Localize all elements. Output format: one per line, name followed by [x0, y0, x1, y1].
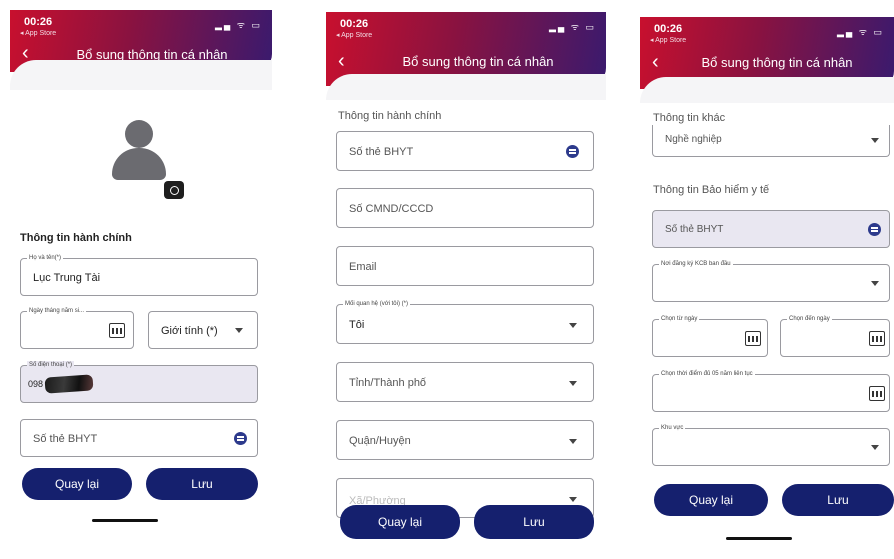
section-title-admin: Thông tin hành chính: [20, 232, 132, 244]
field-label: Chọn từ ngày: [659, 315, 700, 324]
section-title-insurance: Thông tin Bảo hiểm y tế: [653, 184, 770, 196]
header-curve: [640, 77, 894, 103]
field-placeholder: Số thẻ BHYT: [349, 146, 414, 158]
relationship-select[interactable]: Mối quan hệ (với tôi) (*) Tôi: [336, 300, 594, 344]
health-insurance-field[interactable]: Số thẻ BHYT: [652, 210, 890, 248]
chevron-down-icon: [569, 323, 577, 328]
save-button[interactable]: Lưu: [474, 505, 594, 539]
chevron-down-icon: [235, 328, 243, 333]
field-value: Giới tính (*): [161, 325, 218, 337]
field-label: Ngày tháng năm si...: [27, 307, 87, 316]
field-label: Chọn đến ngày: [787, 315, 832, 324]
email-field[interactable]: Email: [336, 246, 594, 286]
home-indicator[interactable]: [726, 537, 792, 540]
app-store-back-link[interactable]: ◂ App Store: [650, 36, 686, 44]
id-number-field[interactable]: Số CMND/CCCD: [336, 188, 594, 228]
status-icons: ▂▄ ᯤ ▭: [836, 27, 884, 37]
section-title-admin: Thông tin hành chính: [338, 110, 442, 122]
field-value: Lục Trung Tài: [33, 272, 101, 284]
region-select[interactable]: Khu vực: [652, 424, 890, 466]
card-icon[interactable]: [234, 432, 247, 445]
district-select[interactable]: Quận/Huyện: [336, 420, 594, 460]
field-label: Chọn thời điểm đủ 05 năm liên tục: [659, 370, 755, 379]
back-button[interactable]: Quay lại: [22, 468, 132, 500]
save-button[interactable]: Lưu: [782, 484, 894, 516]
health-insurance-field[interactable]: Số thẻ BHYT: [336, 131, 594, 171]
full-name-field[interactable]: Họ và tên(*) Lục Trung Tài: [20, 254, 258, 296]
app-store-back-link[interactable]: ◂ App Store: [336, 31, 372, 39]
phone-screen-1: 00:26 ◂ App Store ▂▄ ᯤ ▭ ‹ Bổ sung thông…: [10, 0, 272, 559]
phone-screen-3: 00:26 ◂ App Store ▂▄ ᯤ ▭ ‹ Bổ sung thông…: [640, 0, 894, 559]
page-title: Bổ sung thông tin cá nhân: [402, 54, 554, 69]
chevron-down-icon: [569, 381, 577, 386]
calendar-icon[interactable]: [745, 331, 761, 346]
field-placeholder: Nghề nghiệp: [665, 134, 722, 145]
occupation-select[interactable]: Nghề nghiệp: [652, 125, 890, 157]
redaction-scribble: [44, 374, 94, 394]
chevron-down-icon: [871, 281, 879, 286]
save-button[interactable]: Lưu: [146, 468, 258, 500]
calendar-icon[interactable]: [869, 331, 885, 346]
status-time: 00:26: [340, 18, 369, 30]
status-time: 00:26: [654, 23, 683, 35]
header-curve: [326, 74, 606, 100]
field-placeholder: Số thẻ BHYT: [33, 433, 98, 445]
back-button[interactable]: Quay lại: [654, 484, 768, 516]
health-insurance-field[interactable]: Số thẻ BHYT: [20, 419, 258, 457]
app-store-back-link[interactable]: ◂ App Store: [20, 29, 56, 37]
avatar-body: [112, 148, 166, 180]
field-label: Mối quan hệ (với tôi) (*): [343, 300, 410, 309]
field-placeholder: Quận/Huyện: [349, 435, 411, 447]
header-curve: [10, 60, 272, 90]
calendar-icon[interactable]: [109, 323, 125, 338]
field-label: Số điện thoại (*): [27, 361, 75, 370]
from-date-field[interactable]: Chọn từ ngày: [652, 315, 768, 357]
field-label: Họ và tên(*): [27, 254, 64, 263]
date-of-birth-field[interactable]: Ngày tháng năm si...: [20, 307, 134, 349]
home-indicator[interactable]: [92, 519, 158, 522]
chevron-down-icon: [871, 138, 879, 143]
chevron-down-icon: [569, 497, 577, 502]
phone-number-field[interactable]: Số điện thoại (*) 098: [20, 361, 258, 403]
card-icon[interactable]: [868, 223, 881, 236]
field-placeholder: Số CMND/CCCD: [349, 203, 434, 215]
field-placeholder: Số thẻ BHYT: [665, 224, 724, 235]
chevron-down-icon: [871, 445, 879, 450]
status-icons: ▂▄ ᯤ ▭: [214, 20, 262, 30]
camera-icon[interactable]: [164, 181, 184, 199]
field-label: Khu vực: [659, 424, 686, 433]
phone-screen-2: 00:26 ◂ App Store ▂▄ ᯤ ▭ ‹ Bổ sung thông…: [326, 0, 606, 559]
field-value: Tôi: [349, 319, 365, 331]
to-date-field[interactable]: Chọn đến ngày: [780, 315, 890, 357]
avatar-head: [125, 120, 153, 148]
back-button[interactable]: Quay lại: [340, 505, 460, 539]
calendar-icon[interactable]: [869, 386, 885, 401]
field-placeholder: Tỉnh/Thành phố: [349, 377, 427, 389]
card-icon[interactable]: [566, 145, 579, 158]
chevron-down-icon: [569, 439, 577, 444]
field-placeholder: Email: [349, 261, 377, 273]
avatar-placeholder-icon[interactable]: [108, 118, 170, 180]
section-title-other: Thông tin khác: [653, 112, 726, 124]
initial-clinic-select[interactable]: Nơi đăng ký KCB ban đầu: [652, 260, 890, 302]
status-icons: ▂▄ ᯤ ▭: [548, 22, 596, 32]
status-time: 00:26: [24, 16, 53, 28]
page-title: Bổ sung thông tin cá nhân: [701, 55, 853, 70]
field-value: 098: [28, 379, 44, 389]
stage: 00:26 ◂ App Store ▂▄ ᯤ ▭ ‹ Bổ sung thông…: [0, 0, 894, 559]
gender-select[interactable]: Giới tính (*): [148, 311, 258, 349]
five-year-date-field[interactable]: Chọn thời điểm đủ 05 năm liên tục: [652, 370, 890, 412]
province-select[interactable]: Tỉnh/Thành phố: [336, 362, 594, 402]
field-label: Nơi đăng ký KCB ban đầu: [659, 260, 733, 269]
